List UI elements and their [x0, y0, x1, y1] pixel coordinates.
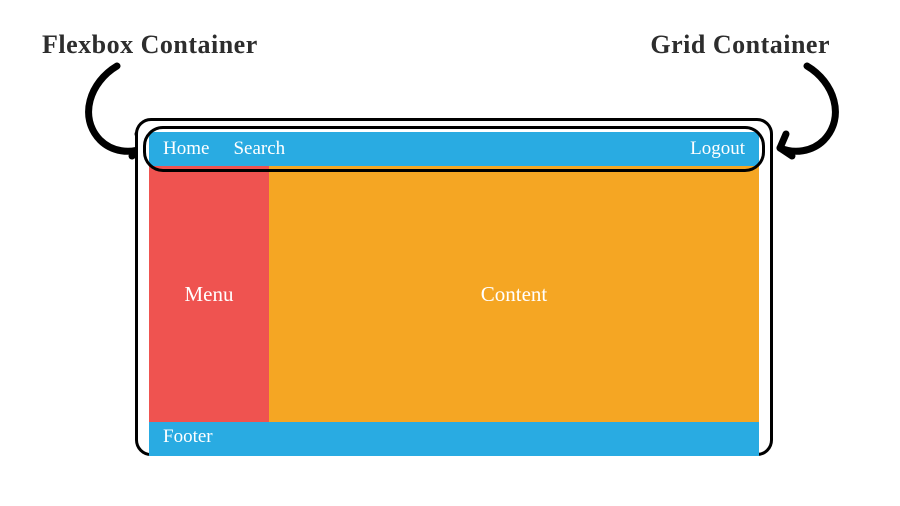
nav-logout-link[interactable]: Logout: [690, 138, 745, 160]
menu-label: Menu: [185, 282, 234, 307]
layout-diagram: Home Search Logout Menu Content Footer: [135, 118, 773, 456]
annotation-flexbox-label: Flexbox Container: [42, 30, 258, 60]
main-content: Content: [269, 166, 759, 422]
header-bar: Home Search Logout: [149, 132, 759, 166]
nav-search-link[interactable]: Search: [233, 138, 285, 160]
content-label: Content: [481, 282, 548, 307]
footer-label: Footer: [163, 426, 213, 448]
sidebar-menu: Menu: [149, 166, 269, 422]
nav-home-link[interactable]: Home: [163, 138, 209, 160]
arrow-grid-icon: [762, 62, 852, 162]
grid-container: Home Search Logout Menu Content Footer: [149, 132, 759, 456]
footer-bar: Footer: [149, 422, 759, 456]
annotation-grid-label: Grid Container: [650, 30, 830, 60]
